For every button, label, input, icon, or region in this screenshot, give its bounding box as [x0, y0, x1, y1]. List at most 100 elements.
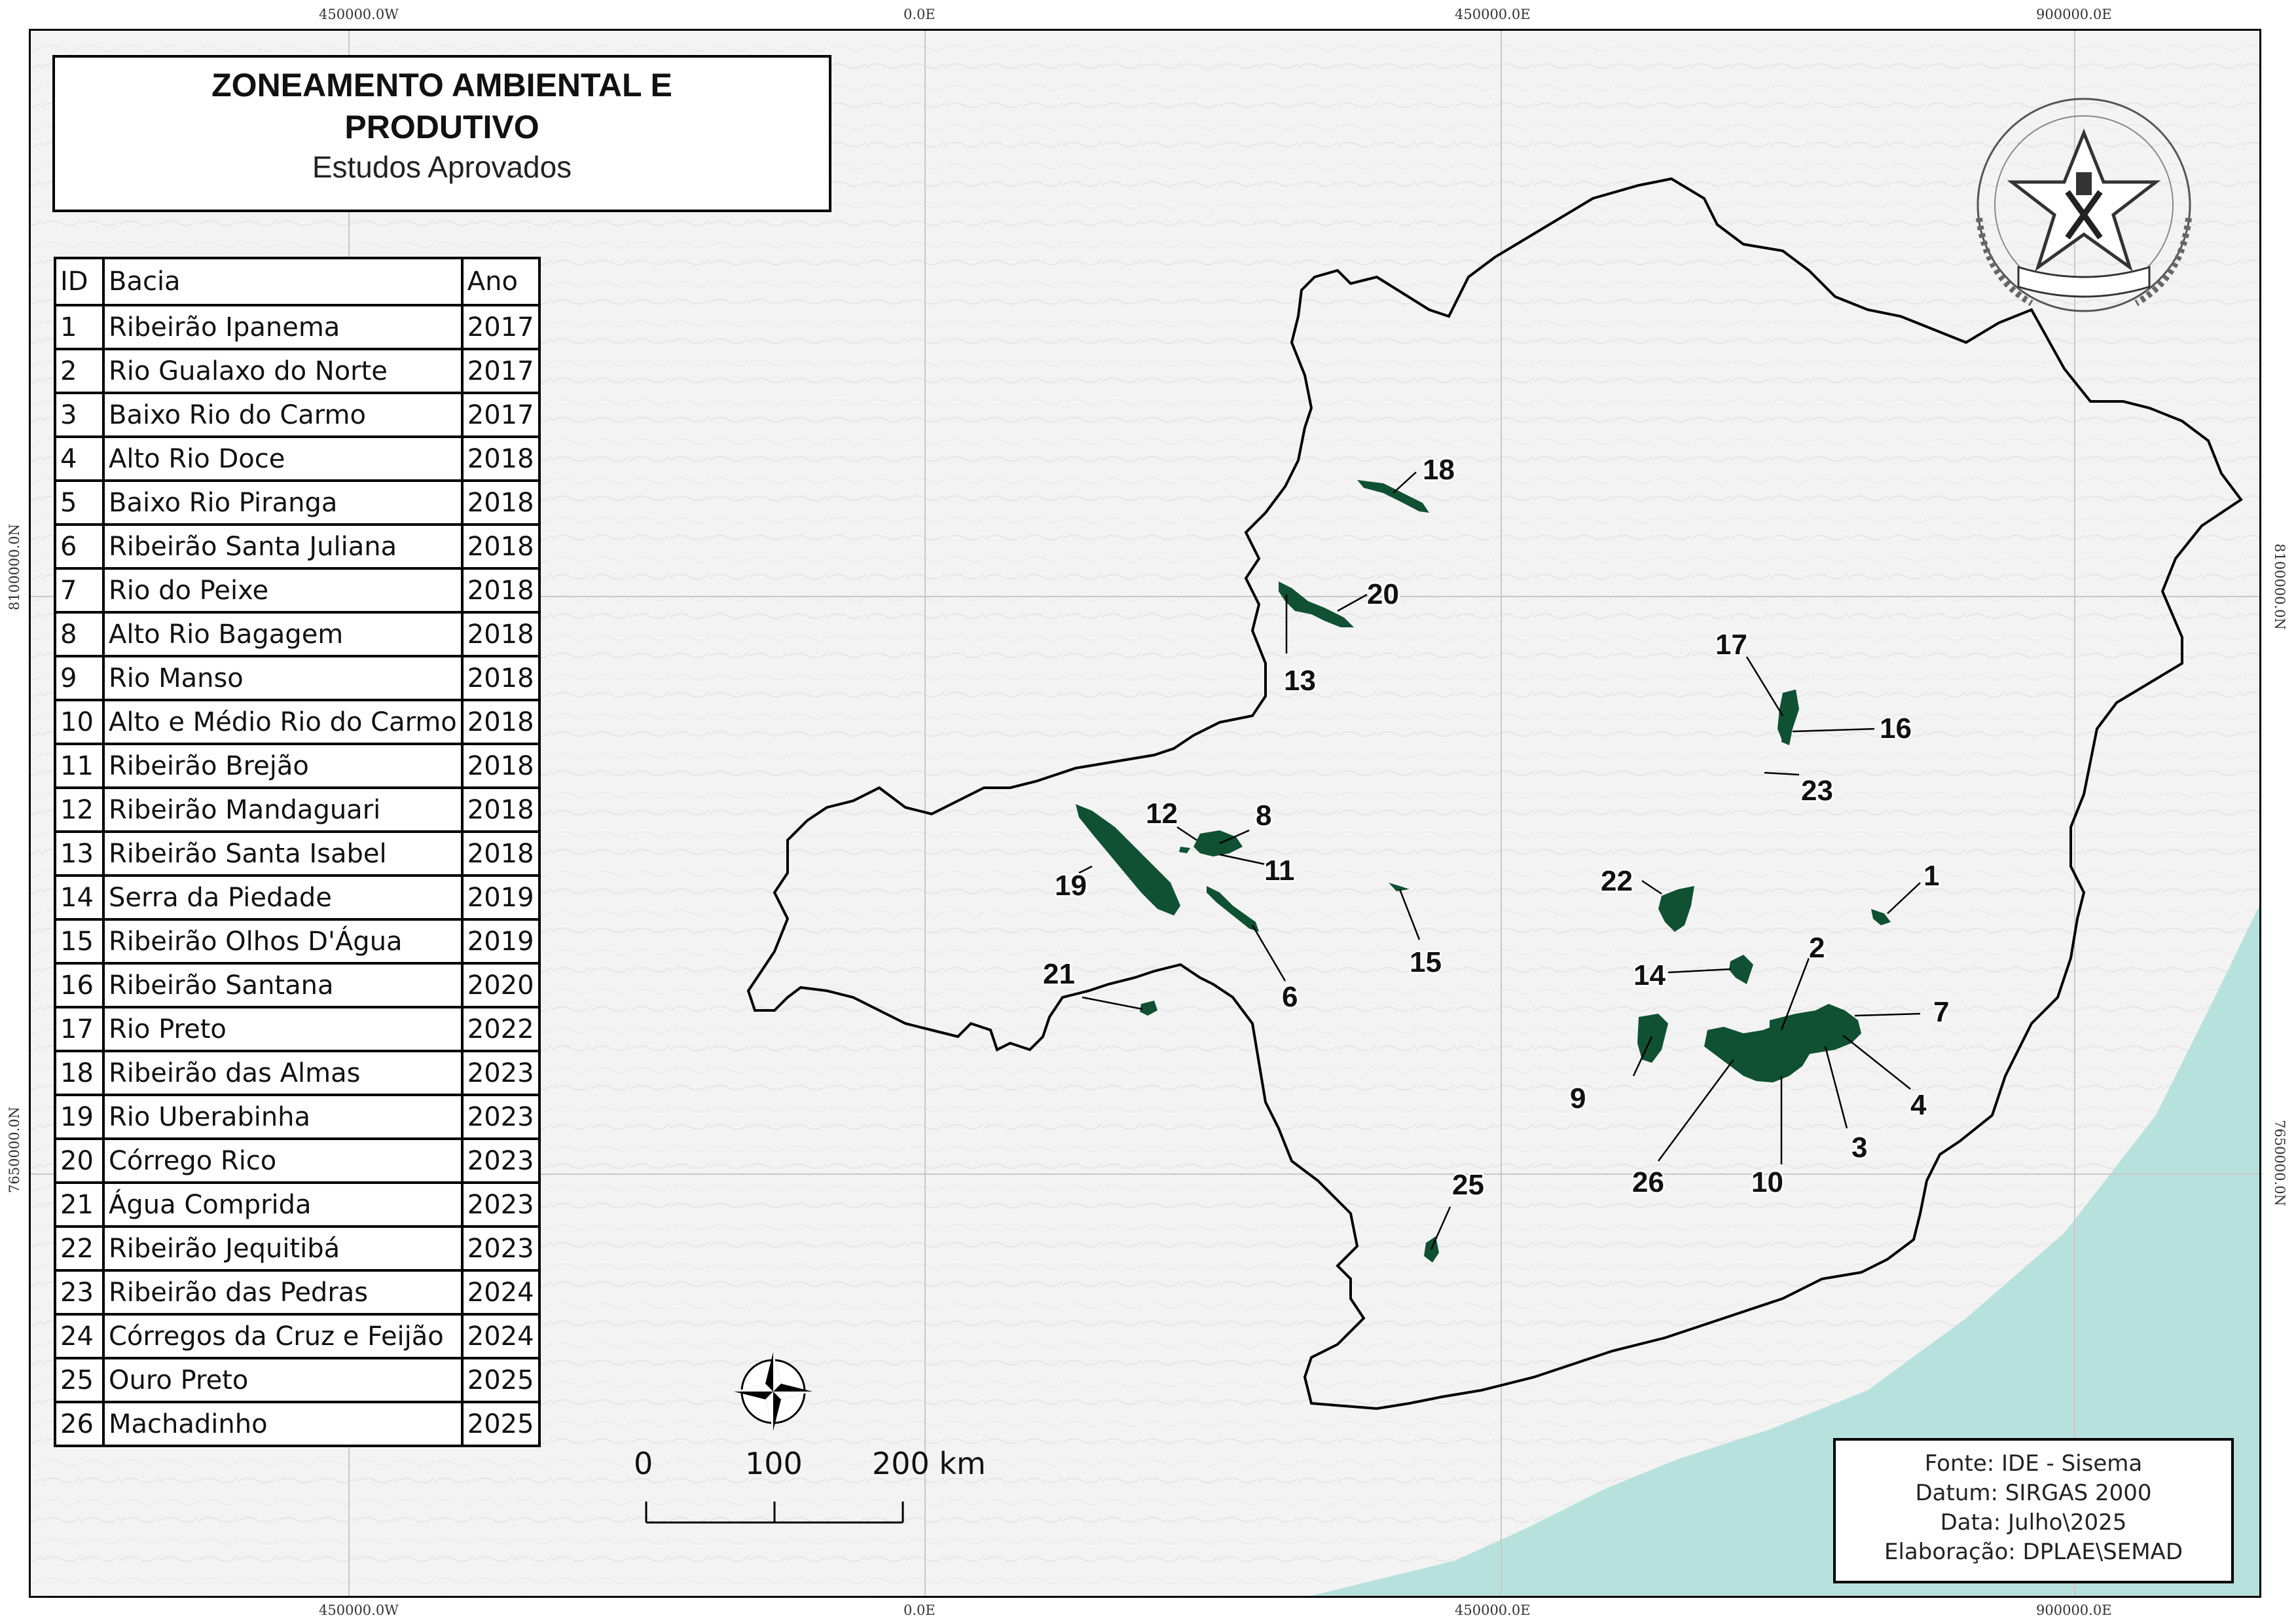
table-cell-bacia: Ribeirão das Pedras [102, 1269, 464, 1316]
table-row: 12 Ribeirão Mandaguari 2018 [54, 786, 541, 833]
map-label-7: 7 [1933, 996, 1950, 1028]
table-cell-id: 24 [54, 1313, 105, 1359]
table-cell-ano: 2025 [460, 1401, 541, 1447]
table-cell-bacia: Serra da Piedade [102, 874, 464, 921]
table-cell-ano: 2023 [460, 1181, 541, 1228]
table-cell-ano: 2018 [460, 655, 541, 701]
table-cell-ano: 2017 [460, 348, 541, 394]
table-cell-bacia: Ribeirão Olhos D'Água [102, 918, 464, 965]
table-cell-id: 12 [54, 786, 105, 833]
table-row: 1 Ribeirão Ipanema 2017 [54, 304, 541, 350]
map-label-17: 17 [1715, 629, 1747, 661]
map-label-15: 15 [1410, 946, 1442, 978]
table-row: 21 Água Comprida 2023 [54, 1181, 541, 1228]
map-label-22: 22 [1601, 865, 1633, 897]
table-header-ano: Ano [460, 257, 541, 306]
table-cell-ano: 2020 [460, 962, 541, 1008]
table-cell-id: 13 [54, 830, 105, 877]
table-cell-ano: 2023 [460, 1225, 541, 1272]
table-cell-id: 23 [54, 1269, 105, 1316]
legend-table: ID Bacia Ano 1 Ribeirão Ipanema 2017 2 Rio G… [54, 257, 541, 1447]
table-cell-ano: 2018 [460, 611, 541, 657]
table-cell-ano: 2023 [460, 1137, 541, 1184]
table-cell-ano: 2019 [460, 874, 541, 921]
table-cell-id: 3 [54, 392, 105, 438]
source-line-2: Datum: SIRGAS 2000 [1915, 1480, 2152, 1506]
table-cell-id: 1 [54, 304, 105, 350]
table-cell-bacia: Rio Gualaxo do Norte [102, 348, 464, 394]
table-cell-bacia: Rio Manso [102, 655, 464, 701]
page-title: ZONEAMENTO AMBIENTAL E PRODUTIVO [55, 64, 829, 148]
table-cell-id: 20 [54, 1137, 105, 1184]
source-line-3: Data: Julho\2025 [1940, 1509, 2127, 1536]
table-cell-id: 5 [54, 479, 105, 526]
table-cell-id: 8 [54, 611, 105, 657]
table-row: 4 Alto Rio Doce 2018 [54, 435, 541, 482]
table-cell-ano: 2023 [460, 1050, 541, 1096]
table-cell-ano: 2017 [460, 304, 541, 350]
table-row: 24 Córregos da Cruz e Feijão 2024 [54, 1313, 541, 1359]
table-cell-ano: 2023 [460, 1094, 541, 1140]
table-cell-bacia: Ribeirão das Almas [102, 1050, 464, 1096]
table-cell-ano: 2024 [460, 1269, 541, 1316]
grid-label-bottom-4: 900000.0E [2036, 1602, 2112, 1618]
table-cell-id: 9 [54, 655, 105, 701]
scale-label-0: 0 [634, 1446, 653, 1481]
map-label-3: 3 [1851, 1132, 1868, 1164]
scale-label-200: 200 km [872, 1446, 986, 1481]
grid-label-left-2: 7650000.0N [7, 1107, 22, 1193]
table-row: 22 Ribeirão Jequitibá 2023 [54, 1225, 541, 1272]
grid-label-right-2: 7650000.0N [2272, 1120, 2287, 1206]
scale-label-100: 100 [745, 1446, 803, 1481]
table-cell-bacia: Baixo Rio do Carmo [102, 392, 464, 438]
map-label-9: 9 [1570, 1082, 1586, 1115]
table-cell-ano: 2018 [460, 786, 541, 833]
title-line-1: ZONEAMENTO AMBIENTAL E [211, 67, 672, 103]
table-cell-bacia: Rio Uberabinha [102, 1094, 464, 1140]
table-cell-id: 15 [54, 918, 105, 965]
map-label-13: 13 [1284, 665, 1316, 697]
source-box: Fonte: IDE - Sisema Datum: SIRGAS 2000 D… [1833, 1438, 2234, 1583]
map-label-23: 23 [1801, 775, 1833, 807]
table-cell-id: 17 [54, 1006, 105, 1052]
table-row: 11 Ribeirão Brejão 2018 [54, 743, 541, 789]
table-row: 16 Ribeirão Santana 2020 [54, 962, 541, 1008]
table-cell-ano: 2025 [460, 1357, 541, 1403]
grid-label-bottom-1: 450000.0W [319, 1602, 399, 1618]
table-cell-bacia: Ribeirão Mandaguari [102, 786, 464, 833]
map-label-2: 2 [1809, 932, 1825, 964]
table-cell-bacia: Alto e Médio Rio do Carmo [102, 699, 464, 745]
table-cell-id: 16 [54, 962, 105, 1008]
table-cell-bacia: Córregos da Cruz e Feijão [102, 1313, 464, 1359]
grid-label-bottom-2: 0.0E [903, 1602, 936, 1618]
table-row: 15 Ribeirão Olhos D'Água 2019 [54, 918, 541, 965]
source-line-1: Fonte: IDE - Sisema [1924, 1450, 2143, 1477]
table-row: 13 Ribeirão Santa Isabel 2018 [54, 830, 541, 877]
table-cell-id: 7 [54, 567, 105, 614]
table-cell-id: 21 [54, 1181, 105, 1228]
map-label-20: 20 [1367, 578, 1399, 610]
table-cell-ano: 2018 [460, 479, 541, 526]
title-line-2: PRODUTIVO [344, 109, 539, 145]
map-label-8: 8 [1256, 800, 1272, 832]
table-cell-ano: 2018 [460, 523, 541, 570]
table-cell-ano: 2019 [460, 918, 541, 965]
table-cell-id: 25 [54, 1357, 105, 1403]
table-row: 19 Rio Uberabinha 2023 [54, 1094, 541, 1140]
map-label-12: 12 [1146, 798, 1178, 830]
table-row: 20 Córrego Rico 2023 [54, 1137, 541, 1184]
map-label-19: 19 [1055, 870, 1087, 902]
table-cell-id: 2 [54, 348, 105, 394]
table-cell-bacia: Água Comprida [102, 1181, 464, 1228]
table-cell-id: 19 [54, 1094, 105, 1140]
table-cell-ano: 2022 [460, 1006, 541, 1052]
table-cell-bacia: Ribeirão Santana [102, 962, 464, 1008]
table-cell-id: 10 [54, 699, 105, 745]
table-header-bacia: Bacia [102, 257, 464, 306]
table-row: 2 Rio Gualaxo do Norte 2017 [54, 348, 541, 394]
table-cell-bacia: Ribeirão Santa Isabel [102, 830, 464, 877]
table-cell-ano: 2018 [460, 567, 541, 614]
table-row: 18 Ribeirão das Almas 2023 [54, 1050, 541, 1096]
table-cell-id: 14 [54, 874, 105, 921]
table-cell-ano: 2018 [460, 435, 541, 482]
